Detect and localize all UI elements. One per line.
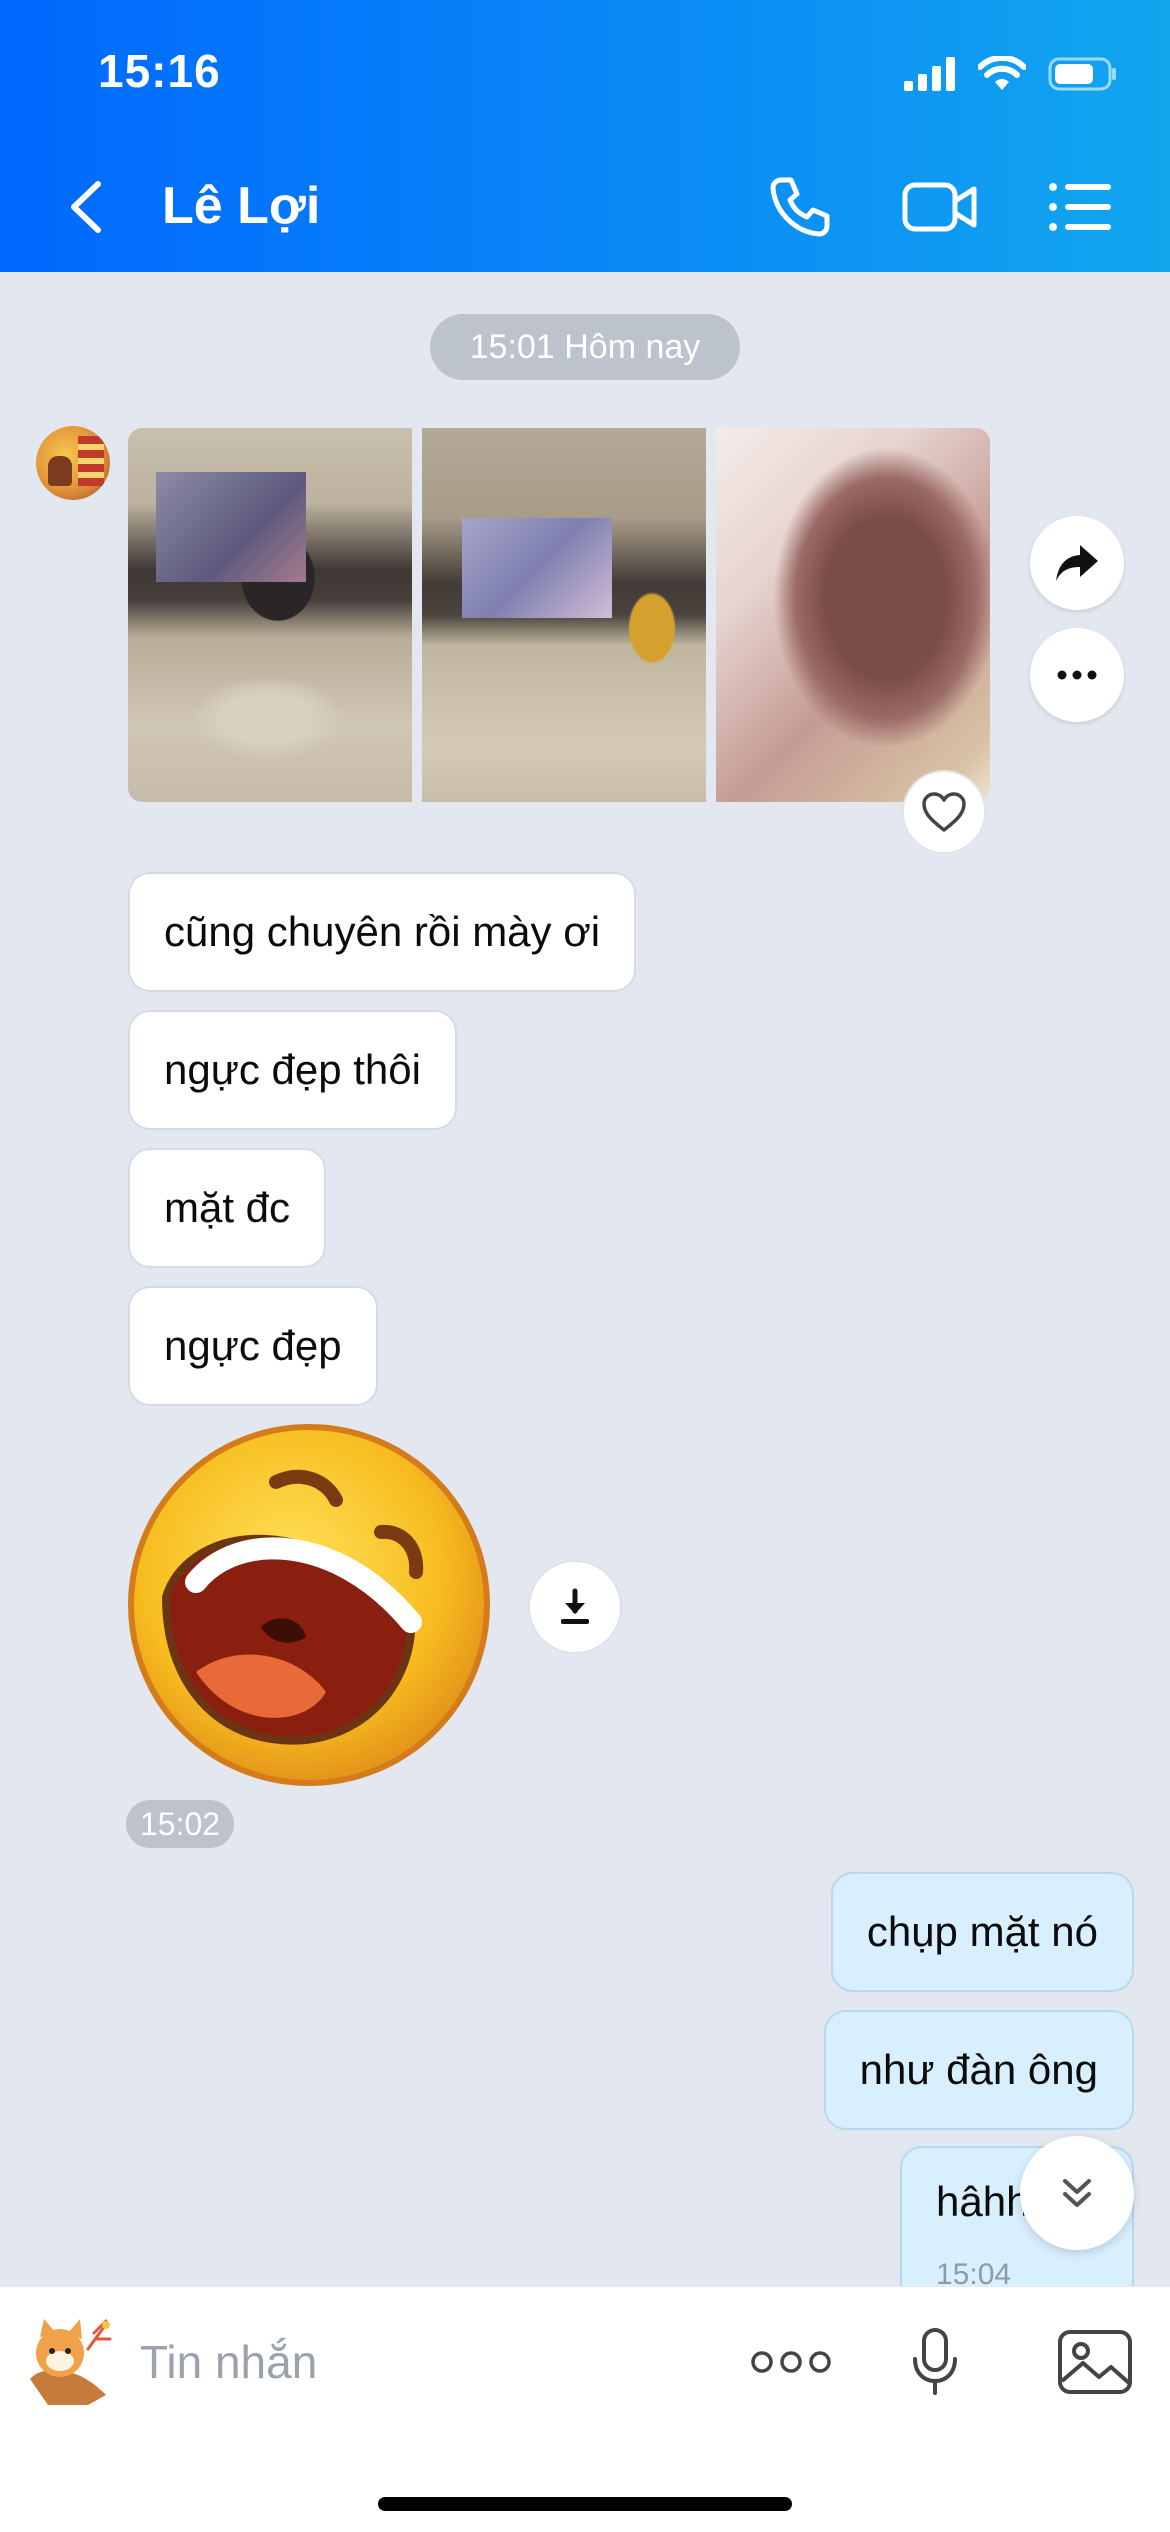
forward-button[interactable] [1030,516,1124,610]
message-bubble[interactable]: ngực đẹp [128,1286,378,1406]
laughing-emoji-sticker[interactable] [126,1422,492,1788]
download-icon [561,1588,589,1624]
double-chevron-down-icon [1063,2179,1091,2207]
more-dots-icon [1057,670,1097,680]
battery-icon [1048,57,1116,91]
message-time: 15:04 [936,2258,1012,2286]
video-call-icon [902,182,977,232]
more-options-icon [751,2351,831,2373]
message-bubble-outgoing[interactable]: như đàn ông [823,2010,1134,2130]
message-bubble[interactable]: mặt đc [128,1148,327,1268]
scroll-to-bottom-button[interactable] [1020,2136,1134,2250]
download-button[interactable] [528,1560,622,1654]
status-time: 15:16 [98,45,221,97]
send-image-button[interactable] [1050,2317,1140,2407]
cellular-signal-icon [904,57,955,91]
message-time: 15:02 [126,1800,234,1848]
video-call-button[interactable] [900,172,980,242]
sticker-button[interactable] [18,2309,118,2409]
message-bubble[interactable]: cũng chuyên rồi mày ơi [128,872,637,992]
input-bar [0,2286,1170,2532]
status-icons [904,52,1118,96]
message-list[interactable]: 15:01 Hôm nay cũng chuyên rồi mày ơi ngự… [0,272,1170,2286]
voice-call-button[interactable] [760,172,840,242]
image-icon [1058,2330,1132,2394]
microphone-icon [913,2328,957,2395]
photo-thumbnail[interactable] [422,428,706,802]
message-input[interactable] [140,2327,700,2397]
voice-message-button[interactable] [890,2317,980,2407]
photo-thumbnail[interactable] [128,428,412,802]
share-arrow-icon [1056,545,1098,581]
chat-title[interactable]: Lê Lợi [162,176,320,236]
heart-icon [922,792,966,832]
more-options-button[interactable] [746,2317,836,2407]
message-bubble[interactable]: ngực đẹp thôi [128,1010,457,1130]
date-separator: 15:01 Hôm nay [430,314,740,380]
back-button[interactable] [60,172,116,242]
back-arrow-icon [71,181,101,233]
list-menu-icon [1049,183,1111,231]
wifi-icon [978,56,1026,90]
sticker-icon [30,2319,112,2405]
home-indicator [378,2497,792,2511]
message-more-button[interactable] [1030,628,1124,722]
avatar[interactable] [36,426,110,500]
photo-thumbnail[interactable] [716,428,990,802]
message-bubble-outgoing[interactable]: chụp mặt nó [830,1872,1134,1992]
photo-album[interactable] [128,428,990,802]
chat-options-button[interactable] [1040,172,1120,242]
chat-header: 15:16 Lê Lợi [0,0,1170,272]
phone-icon [770,177,830,237]
react-button[interactable] [902,770,986,854]
message-text: hâhh [936,2178,1030,2225]
